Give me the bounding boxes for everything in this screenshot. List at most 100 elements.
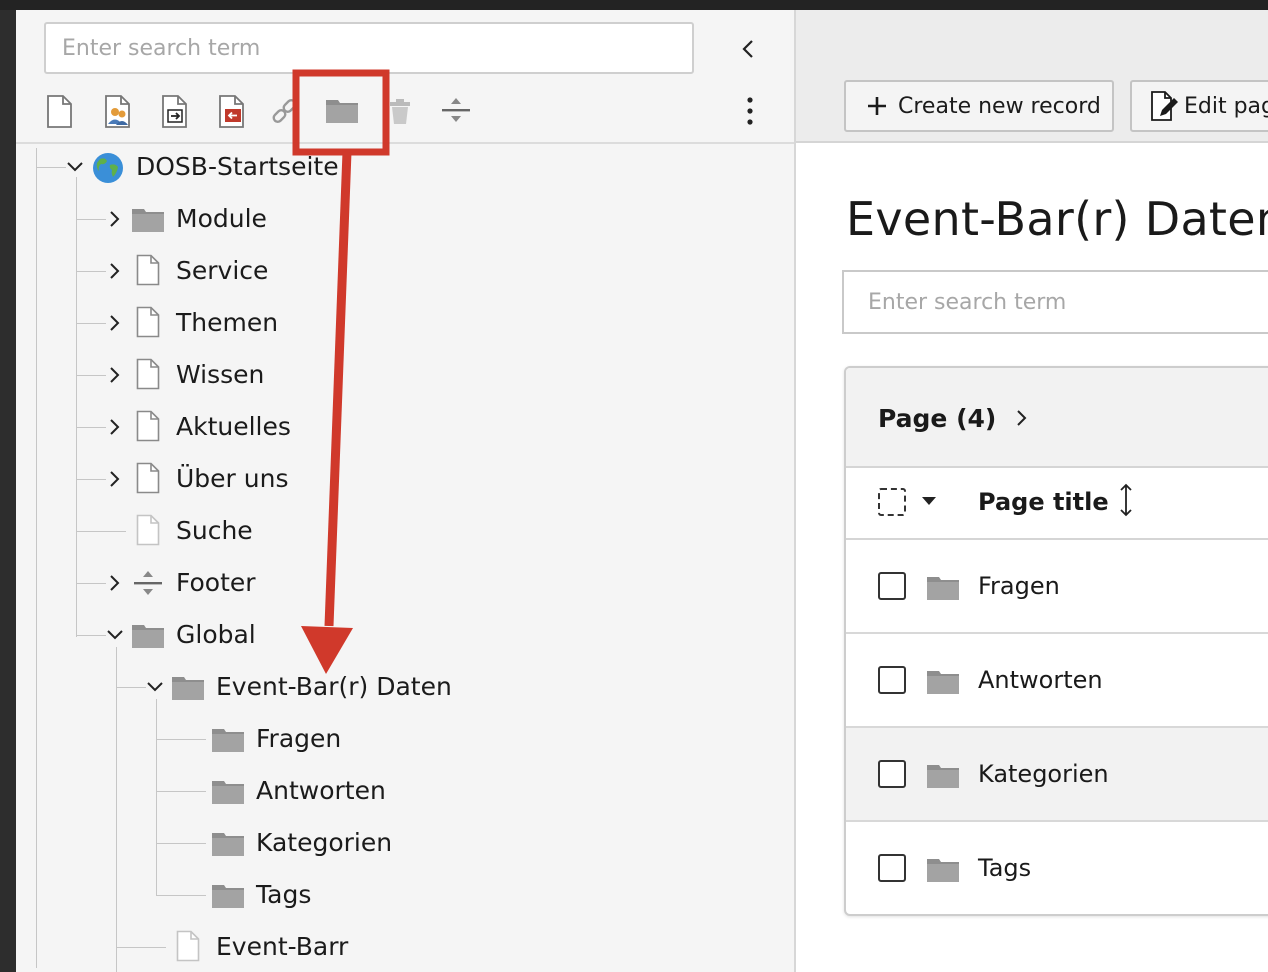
chevron-down-icon[interactable] bbox=[146, 678, 164, 696]
more-actions-button[interactable] bbox=[738, 94, 762, 128]
tree-node-label[interactable]: Wissen bbox=[176, 360, 264, 390]
table-row[interactable]: Fragen bbox=[846, 540, 1268, 634]
folder-icon bbox=[131, 620, 165, 650]
tree-node-label[interactable]: Kategorien bbox=[256, 828, 392, 858]
tree-node-label[interactable]: Suche bbox=[176, 516, 253, 546]
tree-node-aktuelles[interactable]: Aktuelles bbox=[16, 404, 794, 450]
tree-node-suche[interactable]: Suche bbox=[16, 508, 794, 554]
new-divider-icon[interactable] bbox=[438, 90, 474, 130]
row-title[interactable]: Kategorien bbox=[978, 760, 1109, 788]
tree-node-global[interactable]: Global bbox=[16, 612, 794, 658]
page-icon bbox=[136, 306, 160, 338]
tree-node-wissen[interactable]: Wissen bbox=[16, 352, 794, 398]
tree-node-label[interactable]: Themen bbox=[176, 308, 278, 338]
collapse-tree-button[interactable] bbox=[736, 36, 760, 62]
row-title[interactable]: Fragen bbox=[978, 572, 1060, 600]
tree-node-label[interactable]: Global bbox=[176, 620, 256, 650]
create-new-record-label: Create new record bbox=[898, 93, 1101, 119]
tree-node-label[interactable]: Fragen bbox=[256, 724, 341, 754]
chevron-right-icon[interactable] bbox=[106, 574, 124, 592]
tree-node-label[interactable]: Tags bbox=[256, 880, 311, 910]
tree-node-label[interactable]: Aktuelles bbox=[176, 412, 291, 442]
more-actions-icon bbox=[747, 97, 753, 125]
plus-icon bbox=[868, 97, 886, 115]
tree-node-footer[interactable]: Footer bbox=[16, 560, 794, 606]
tree-node-event-barr-daten[interactable]: Event-Bar(r) Daten bbox=[16, 664, 794, 710]
create-new-record-button[interactable]: Create new record bbox=[844, 80, 1114, 132]
edit-page-icon bbox=[1151, 91, 1178, 121]
tree-node-tags[interactable]: Tags bbox=[16, 872, 794, 918]
new-page-user-icon[interactable] bbox=[102, 90, 134, 130]
page-icon bbox=[136, 462, 160, 494]
tree-node-antworten[interactable]: Antworten bbox=[16, 768, 794, 814]
tree-node-kategorien[interactable]: Kategorien bbox=[16, 820, 794, 866]
tree-node-service[interactable]: Service bbox=[16, 248, 794, 294]
folder-icon bbox=[211, 828, 245, 858]
sort-icon[interactable] bbox=[1118, 482, 1134, 518]
caret-down-icon[interactable] bbox=[920, 494, 938, 508]
new-link-page-icon[interactable] bbox=[216, 90, 248, 130]
tree-node-themen[interactable]: Themen bbox=[16, 300, 794, 346]
folder-icon bbox=[926, 854, 960, 884]
page-tree-panel: DOSB-Startseite Module Service Themen Wi… bbox=[16, 10, 794, 972]
folder-icon bbox=[926, 666, 960, 696]
chevron-right-icon[interactable] bbox=[106, 210, 124, 228]
chevron-left-icon bbox=[742, 40, 753, 58]
recycler-icon[interactable] bbox=[384, 90, 416, 130]
globe-site-root-icon bbox=[93, 153, 123, 183]
new-shortcut-page-icon[interactable] bbox=[159, 90, 191, 130]
new-folder-icon[interactable] bbox=[324, 90, 360, 130]
tree-node-event-barr[interactable]: Event-Barr bbox=[16, 924, 794, 970]
table-row[interactable]: Tags bbox=[846, 822, 1268, 914]
row-title[interactable]: Antworten bbox=[978, 666, 1103, 694]
tree-node-ueber-uns[interactable]: Über uns bbox=[16, 456, 794, 502]
folder-icon bbox=[211, 776, 245, 806]
row-title[interactable]: Tags bbox=[978, 854, 1031, 882]
divider-icon bbox=[131, 568, 165, 598]
top-bar bbox=[0, 0, 1268, 10]
new-page-icon[interactable] bbox=[44, 90, 76, 130]
table-title[interactable]: Page (4) bbox=[878, 404, 996, 433]
page-icon bbox=[136, 254, 160, 286]
tree-node-label[interactable]: Service bbox=[176, 256, 268, 286]
chevron-right-icon[interactable] bbox=[106, 262, 124, 280]
tree-node-label[interactable]: Über uns bbox=[176, 464, 289, 494]
tree-search-input[interactable] bbox=[44, 22, 694, 74]
column-page-title[interactable]: Page title bbox=[978, 488, 1109, 516]
page-title: Event-Bar(r) Daten bbox=[846, 192, 1268, 246]
folder-icon bbox=[926, 760, 960, 790]
chevron-right-icon[interactable] bbox=[106, 314, 124, 332]
tree-node-label[interactable]: Antworten bbox=[256, 776, 386, 806]
tree-node-label[interactable]: Event-Barr bbox=[216, 932, 348, 962]
chevron-right-icon[interactable] bbox=[106, 366, 124, 384]
tree-node-label[interactable]: Event-Bar(r) Daten bbox=[216, 672, 452, 702]
row-checkbox[interactable] bbox=[878, 572, 906, 600]
edit-page-button[interactable]: Edit page bbox=[1130, 80, 1268, 132]
folder-icon bbox=[211, 880, 245, 910]
tree-node-module[interactable]: Module bbox=[16, 196, 794, 242]
tree-node-label[interactable]: Footer bbox=[176, 568, 256, 598]
tree-node-label[interactable]: DOSB-Startseite bbox=[136, 152, 339, 182]
folder-icon bbox=[926, 572, 960, 602]
chevron-right-icon[interactable] bbox=[106, 418, 124, 436]
new-external-link-icon[interactable] bbox=[270, 90, 302, 130]
chevron-right-icon[interactable] bbox=[106, 470, 124, 488]
row-checkbox[interactable] bbox=[878, 854, 906, 882]
chevron-down-icon[interactable] bbox=[66, 158, 84, 176]
row-checkbox[interactable] bbox=[878, 760, 906, 788]
tree-node-fragen[interactable]: Fragen bbox=[16, 716, 794, 762]
tree-node-label[interactable]: Module bbox=[176, 204, 267, 234]
record-list-panel: Page (4) Page title Fragen Antworten Kat… bbox=[844, 366, 1268, 916]
page-icon bbox=[136, 410, 160, 442]
table-row[interactable]: Antworten bbox=[846, 634, 1268, 728]
page-hidden-icon bbox=[136, 514, 160, 546]
row-checkbox[interactable] bbox=[878, 666, 906, 694]
table-row[interactable]: Kategorien bbox=[846, 728, 1268, 822]
chevron-down-icon[interactable] bbox=[106, 626, 124, 644]
select-all-checkbox[interactable] bbox=[878, 488, 906, 516]
doc-header: Create new record Edit page bbox=[796, 10, 1268, 143]
record-search-input[interactable] bbox=[842, 270, 1268, 334]
content-panel: Create new record Edit page Event-Bar(r)… bbox=[796, 10, 1268, 972]
chevron-right-icon[interactable] bbox=[1014, 408, 1030, 428]
tree-node-dosb-startseite[interactable]: DOSB-Startseite bbox=[16, 144, 794, 190]
